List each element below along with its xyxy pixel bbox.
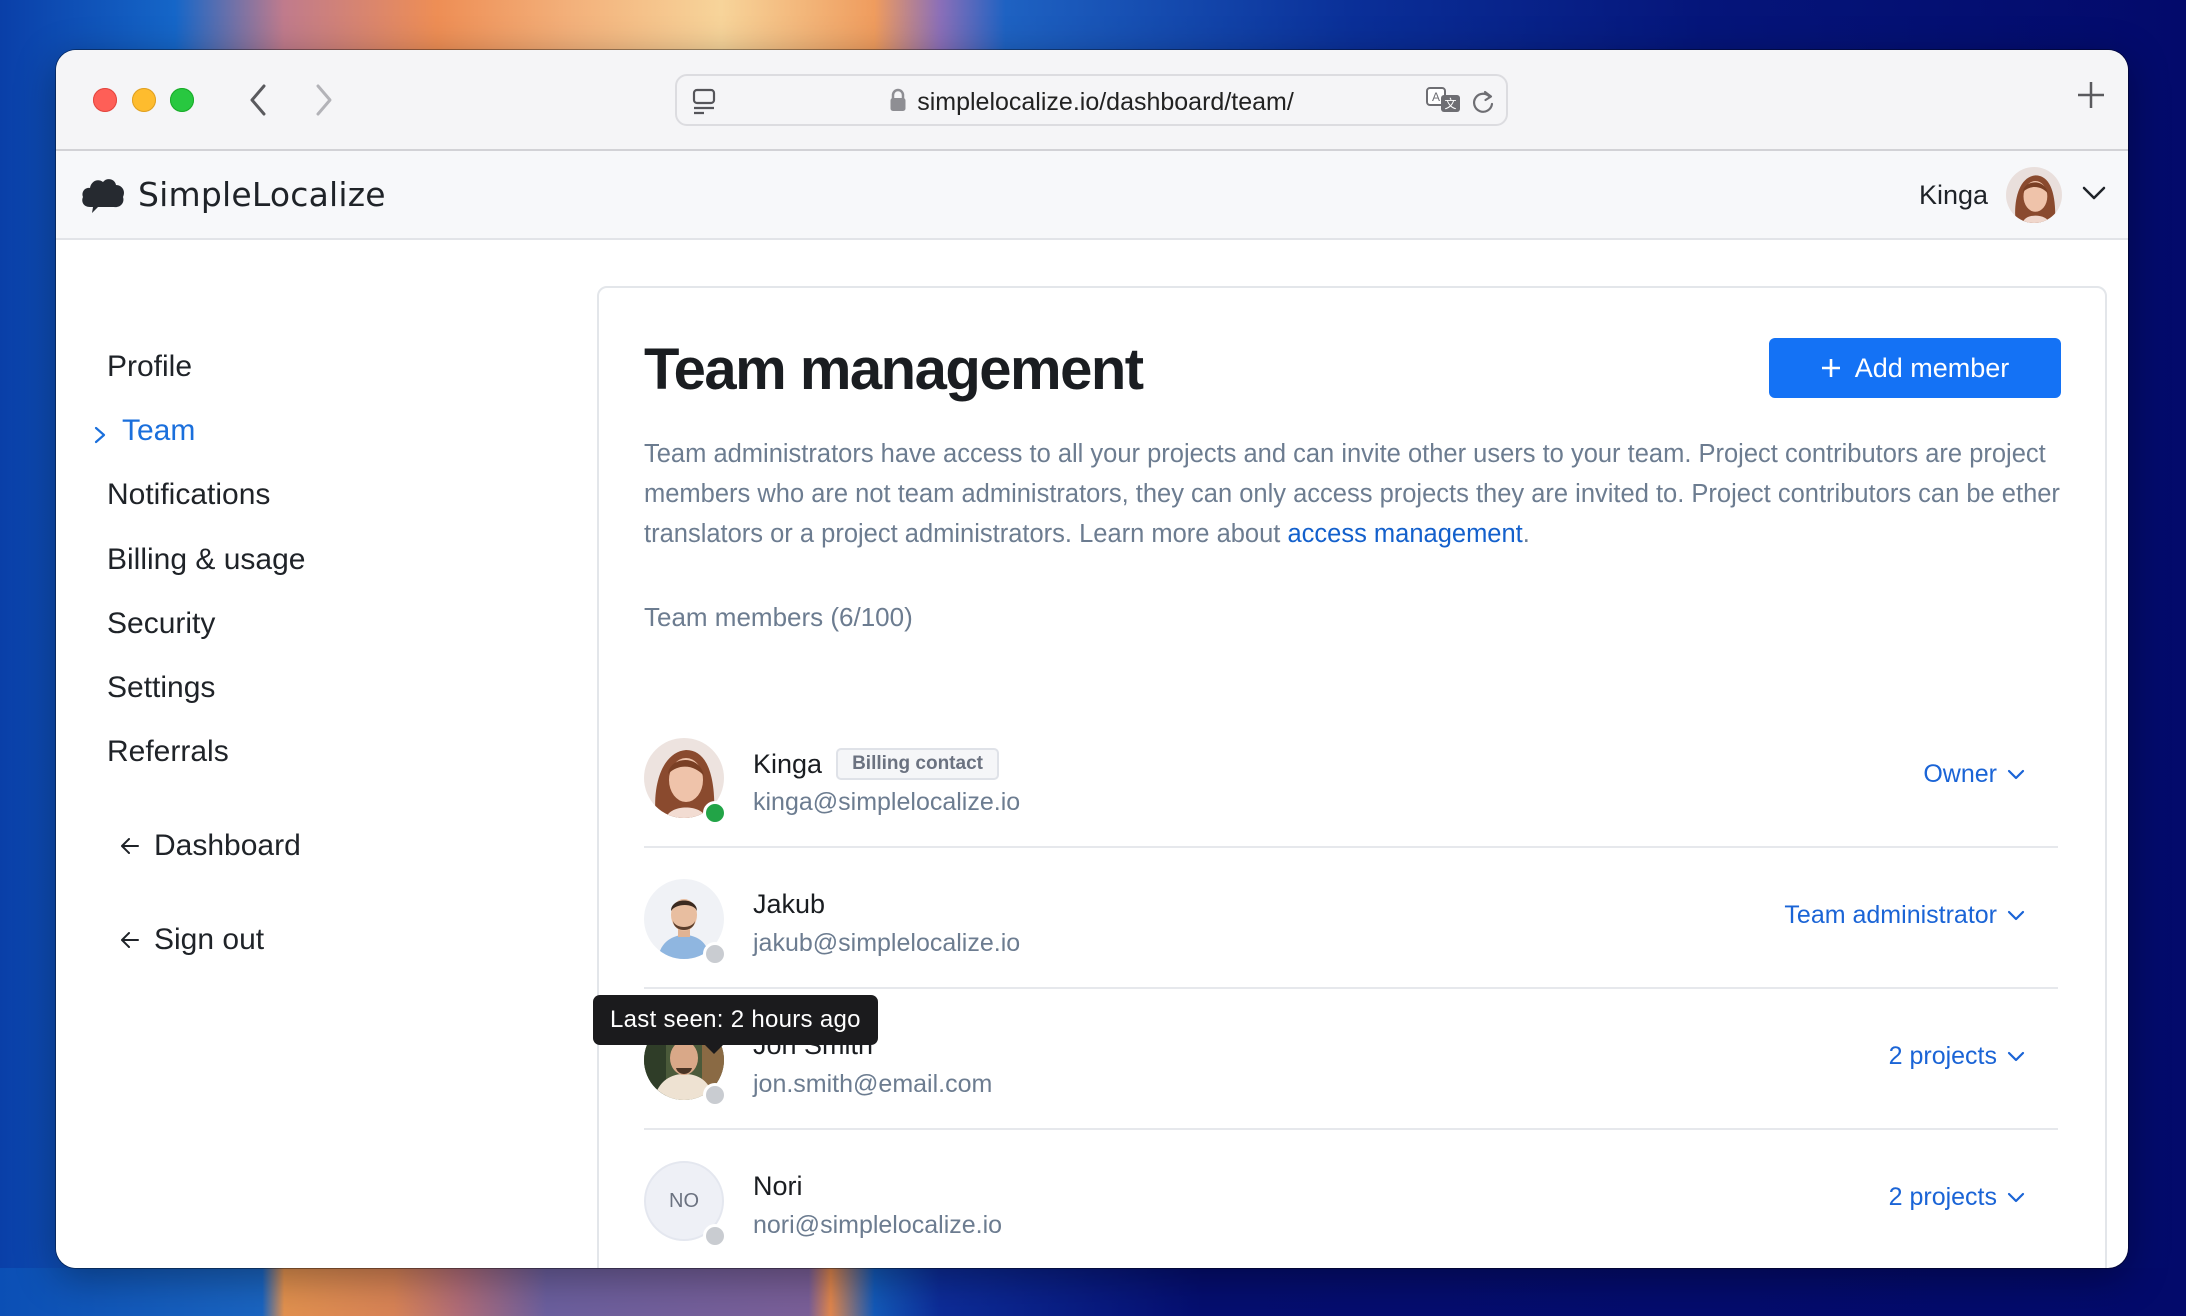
cloud-logo-icon [82, 179, 125, 213]
team-description: Team administrators have access to all y… [644, 440, 2060, 548]
minimize-window-button[interactable] [132, 88, 156, 112]
browser-window: simplelocalize.io/dashboard/team/ A文 Sim… [56, 50, 2128, 1268]
add-member-label: Add member [1854, 352, 2010, 383]
member-name: Nori [753, 1171, 803, 1201]
user-menu[interactable]: Kinga [1919, 167, 2106, 223]
billing-contact-badge: Billing contact [836, 748, 999, 780]
chevron-down-icon [2007, 1192, 2025, 1202]
member-name: Jakub [753, 889, 826, 919]
member-email: jon.smith@email.com [753, 1070, 993, 1098]
sidebar-item-notifications[interactable]: Notifications [107, 475, 270, 515]
access-management-link[interactable]: access management [1287, 520, 1522, 548]
chevron-down-icon[interactable] [2082, 185, 2106, 206]
maximize-window-button[interactable] [170, 88, 194, 112]
member-email: kinga@simplelocalize.io [753, 788, 1021, 816]
reload-icon[interactable] [1470, 88, 1496, 121]
sidebar-link-sign-out[interactable]: Sign out [121, 920, 264, 960]
settings-sidebar: Profile Team Notifications Billing & usa… [56, 240, 596, 1268]
offline-status-dot [703, 1224, 727, 1248]
new-tab-button[interactable] [2076, 80, 2106, 115]
brand-logo[interactable]: SimpleLocalize [80, 173, 386, 215]
sidebar-item-referrals[interactable]: Referrals [107, 732, 229, 772]
sidebar-item-billing[interactable]: Billing & usage [107, 540, 305, 580]
member-row: Jakub jakub@simplelocalize.io Team admin… [644, 849, 2058, 989]
lock-icon [889, 88, 907, 119]
member-email: jakub@simplelocalize.io [753, 929, 1021, 957]
close-window-button[interactable] [93, 88, 117, 112]
arrow-left-icon [120, 829, 140, 863]
offline-status-dot [703, 1083, 727, 1107]
app-header: SimpleLocalize Kinga [56, 151, 2128, 240]
forward-button[interactable] [306, 80, 342, 120]
address-bar[interactable]: simplelocalize.io/dashboard/team/ A文 [675, 74, 1508, 126]
chevron-left-icon [250, 84, 266, 116]
member-role-dropdown[interactable]: Team administrator [1784, 901, 2025, 930]
chevron-down-icon [2007, 910, 2025, 920]
chevron-right-icon [316, 84, 332, 116]
team-management-card: Team management Add member Team administ… [597, 286, 2107, 1268]
chevron-down-icon [2007, 769, 2025, 779]
arrow-left-icon [120, 923, 140, 957]
plus-icon [1821, 358, 1841, 378]
member-email: nori@simplelocalize.io [753, 1211, 1003, 1239]
member-name: Kinga [753, 748, 823, 779]
sidebar-item-profile[interactable]: Profile [107, 347, 192, 387]
plus-icon [2078, 82, 2104, 108]
page-title: Team management [644, 337, 1144, 402]
user-avatar [2006, 167, 2062, 223]
svg-text:文: 文 [1444, 96, 1456, 111]
translate-icon[interactable]: A文 [1426, 87, 1462, 120]
member-row: NO Nori nori@simplelocalize.io 2 project… [644, 1131, 2058, 1268]
add-member-button[interactable]: Add member [1769, 338, 2061, 398]
sidebar-item-team[interactable]: Team [94, 411, 195, 451]
chevron-down-icon [2007, 1051, 2025, 1061]
member-projects-dropdown[interactable]: 2 projects [1889, 1183, 2025, 1212]
browser-toolbar: simplelocalize.io/dashboard/team/ A文 [56, 50, 2128, 151]
online-status-dot [703, 801, 727, 825]
user-name: Kinga [1918, 179, 1988, 210]
svg-text:A: A [1432, 90, 1440, 104]
back-button[interactable] [240, 80, 276, 120]
sidebar-link-dashboard[interactable]: Dashboard [121, 826, 301, 866]
sidebar-item-security[interactable]: Security [107, 604, 215, 644]
member-projects-dropdown[interactable]: 2 projects [1889, 1042, 2025, 1071]
member-role-dropdown[interactable]: Owner [1923, 760, 2025, 789]
offline-status-dot [703, 942, 727, 966]
last-seen-tooltip: Last seen: 2 hours ago [593, 995, 878, 1054]
sidebar-item-settings[interactable]: Settings [107, 668, 215, 708]
brand-name: SimpleLocalize [138, 174, 386, 214]
member-row: Kinga Billing contact kinga@simplelocali… [644, 708, 2058, 848]
team-members-count: Team members (6/100) [644, 602, 913, 632]
url-text[interactable]: simplelocalize.io/dashboard/team/ [917, 88, 1294, 116]
desktop-wallpaper [0, 1268, 2186, 1316]
chevron-right-icon [94, 419, 106, 453]
